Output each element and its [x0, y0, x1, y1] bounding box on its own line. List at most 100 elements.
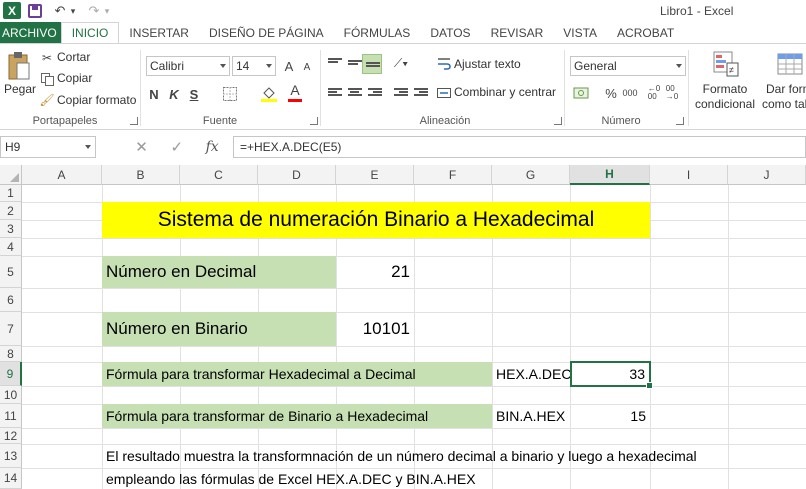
format-as-table-label-2[interactable]: como tab: [762, 97, 806, 111]
tab-diseno-de-pagina[interactable]: DISEÑO DE PÁGINA: [199, 22, 334, 43]
format-as-table-label-1[interactable]: Dar form: [766, 82, 806, 96]
undo-dropdown-icon[interactable]: ▾: [68, 2, 78, 20]
formula1-result-cell[interactable]: 33: [570, 361, 653, 389]
wrap-text-icon[interactable]: [436, 54, 452, 72]
align-top-icon[interactable]: [328, 58, 342, 70]
sheet-title-cell[interactable]: Sistema de numeración Binario a Hexadeci…: [102, 202, 650, 238]
copy-icon[interactable]: [40, 72, 54, 86]
decimal-label-cell[interactable]: Número en Decimal: [102, 256, 336, 288]
enter-icon[interactable]: ✓: [170, 138, 183, 156]
format-as-table-icon[interactable]: [776, 50, 804, 78]
formula1-label-cell[interactable]: Fórmula para transformar Hexadecimal a D…: [102, 362, 492, 386]
increase-indent-icon[interactable]: [414, 88, 428, 100]
cut-button[interactable]: Cortar: [57, 50, 90, 64]
row-header-9[interactable]: 9: [0, 362, 22, 386]
align-left-icon[interactable]: [328, 88, 342, 100]
tab-inicio[interactable]: INICIO: [60, 22, 120, 43]
font-color-icon[interactable]: A: [288, 82, 302, 98]
formula2-name-cell[interactable]: BIN.A.HEX: [492, 404, 570, 428]
redo-icon[interactable]: ↷: [86, 2, 102, 20]
column-header-g[interactable]: G: [492, 165, 570, 185]
shrink-font-icon[interactable]: A: [300, 59, 314, 75]
clipboard-launcher-icon[interactable]: [130, 117, 138, 125]
align-right-icon[interactable]: [368, 88, 382, 100]
scissors-icon[interactable]: ✂: [40, 51, 54, 65]
row-header-13[interactable]: 13: [0, 444, 22, 468]
redo-dropdown-icon[interactable]: ▾: [102, 2, 112, 20]
row-header-12[interactable]: 12: [0, 428, 22, 444]
tab-acrobat[interactable]: ACROBAT: [607, 22, 684, 43]
merge-center-button[interactable]: Combinar y centrar: [454, 85, 556, 99]
font-size-select[interactable]: 14: [232, 56, 276, 76]
paste-icon[interactable]: [6, 50, 32, 82]
binary-value-cell[interactable]: 10101: [336, 312, 414, 346]
percent-button[interactable]: %: [604, 84, 618, 102]
conditional-format-label-1[interactable]: Formato: [702, 82, 748, 96]
row-header-5[interactable]: 5: [0, 256, 22, 288]
column-header-c[interactable]: C: [180, 165, 258, 185]
format-painter-icon[interactable]: 🖌: [39, 93, 54, 107]
dropdown-arrow-icon[interactable]: [676, 64, 682, 68]
dropdown-arrow-icon[interactable]: [220, 64, 226, 68]
row-header-8[interactable]: 8: [0, 346, 22, 362]
conditional-format-label-2[interactable]: condicional: [694, 97, 756, 111]
borders-icon[interactable]: [222, 86, 238, 102]
underline-button[interactable]: S: [187, 86, 201, 102]
row-header-11[interactable]: 11: [0, 404, 22, 428]
select-all-button[interactable]: [0, 165, 22, 185]
formula-input[interactable]: =+HEX.A.DEC(E5): [233, 136, 806, 158]
decrease-decimal-icon[interactable]: 00 →0: [664, 84, 680, 102]
row-header-1[interactable]: 1: [0, 185, 22, 202]
tab-archivo[interactable]: ARCHIVO: [0, 22, 61, 43]
row-header-3[interactable]: 3: [0, 220, 22, 238]
row-header-10[interactable]: 10: [0, 386, 22, 404]
align-middle-icon[interactable]: [348, 60, 362, 72]
row-header-6[interactable]: 6: [0, 288, 22, 312]
column-header-a[interactable]: A: [22, 165, 102, 185]
conditional-format-icon[interactable]: ≠: [712, 50, 740, 78]
format-painter-button[interactable]: Copiar formato: [57, 93, 136, 107]
italic-button[interactable]: K: [167, 86, 181, 102]
copy-button[interactable]: Copiar: [57, 71, 92, 85]
tab-insertar[interactable]: INSERTAR: [119, 22, 199, 43]
decimal-value-cell[interactable]: 21: [336, 256, 414, 288]
row-header-4[interactable]: 4: [0, 238, 22, 256]
alignment-launcher-icon[interactable]: [554, 117, 562, 125]
wrap-text-button[interactable]: Ajustar texto: [454, 57, 521, 71]
tab-revisar[interactable]: REVISAR: [481, 22, 554, 43]
tab-vista[interactable]: VISTA: [553, 22, 607, 43]
save-icon[interactable]: [28, 4, 42, 18]
row-header-14[interactable]: 14: [0, 468, 22, 489]
orientation-icon[interactable]: ⟋▾: [390, 54, 412, 72]
tab-formulas[interactable]: FÓRMULAS: [334, 22, 421, 43]
fill-color-icon[interactable]: [260, 84, 278, 102]
merge-center-icon[interactable]: [436, 84, 452, 102]
grow-font-icon[interactable]: A: [282, 57, 296, 75]
tab-datos[interactable]: DATOS: [420, 22, 480, 43]
worksheet-grid[interactable]: A B C D E F G H I J 1 2 3 4 5 6 7 8 9 10…: [0, 165, 806, 489]
column-header-j[interactable]: J: [728, 165, 806, 185]
formula2-label-cell[interactable]: Fórmula para transformar de Binario a He…: [102, 404, 492, 428]
align-center-icon[interactable]: [348, 88, 362, 100]
name-box-dropdown-icon[interactable]: [85, 145, 91, 149]
increase-decimal-icon[interactable]: ←0 00: [646, 84, 662, 102]
cancel-icon[interactable]: ✕: [135, 138, 148, 156]
column-header-e[interactable]: E: [336, 165, 414, 185]
bold-button[interactable]: N: [147, 86, 161, 102]
binary-label-cell[interactable]: Número en Binario: [102, 312, 336, 346]
dropdown-arrow-icon[interactable]: [266, 64, 272, 68]
font-launcher-icon[interactable]: [310, 117, 318, 125]
formula2-result-cell[interactable]: 15: [570, 404, 650, 428]
column-header-b[interactable]: B: [102, 165, 180, 185]
undo-icon[interactable]: ↶: [52, 2, 68, 20]
decrease-indent-icon[interactable]: [394, 88, 408, 100]
number-format-select[interactable]: General: [570, 56, 686, 76]
thousands-button[interactable]: 000: [620, 85, 640, 101]
column-header-i[interactable]: I: [650, 165, 728, 185]
name-box[interactable]: H9: [0, 136, 96, 158]
note-line-1-cell[interactable]: El resultado muestra la transformnación …: [102, 444, 806, 468]
row-header-7[interactable]: 7: [0, 312, 22, 346]
column-header-f[interactable]: F: [414, 165, 492, 185]
formula1-name-cell[interactable]: HEX.A.DEC: [492, 362, 571, 386]
note-line-2-cell[interactable]: empleando las fórmulas de Excel HEX.A.DE…: [102, 468, 806, 489]
